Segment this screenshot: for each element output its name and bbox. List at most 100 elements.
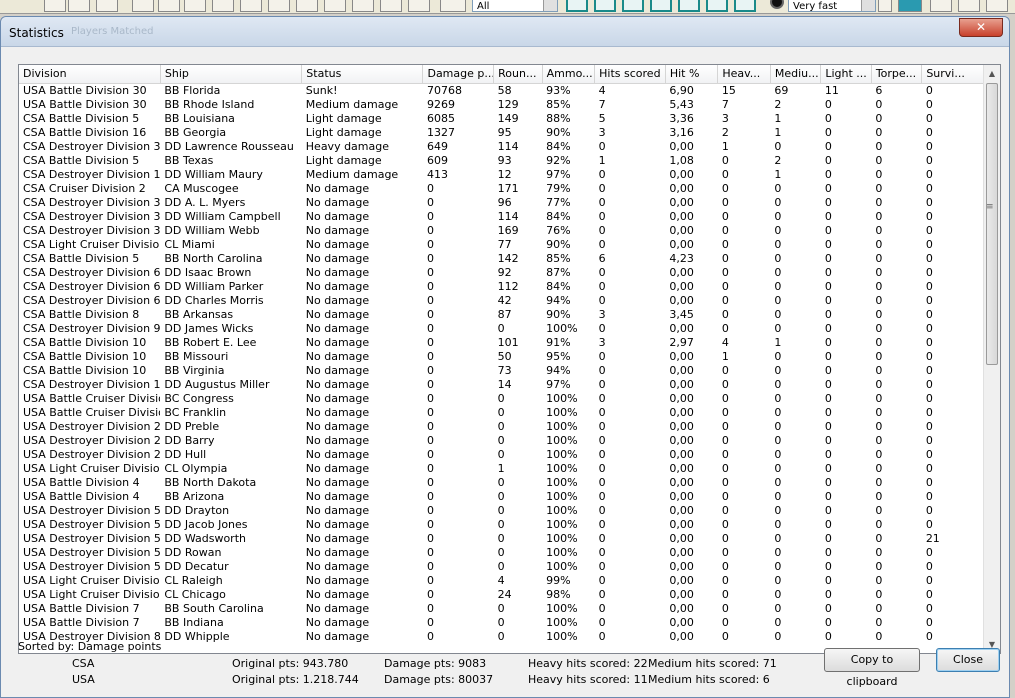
- table-row[interactable]: USA Light Cruiser Division 3 CL Olympia No…: [19, 462, 985, 476]
- table-row[interactable]: CSA Light Cruiser Division 4 CL Miami No d…: [19, 238, 985, 252]
- table-row[interactable]: CSA Battle Division 16 BB Georgia Light da…: [19, 126, 985, 140]
- toolbar-button[interactable]: [898, 0, 922, 12]
- toolbar-button[interactable]: [986, 0, 1008, 12]
- table-row[interactable]: USA Destroyer Division 5 DD Rowan No damag…: [19, 546, 985, 560]
- toolbar-button[interactable]: [678, 0, 700, 12]
- table-row[interactable]: CSA Battle Division 10 BB Robert E. Lee No…: [19, 336, 985, 350]
- table-row[interactable]: CSA Cruiser Division 2 CA Muscogee No dama…: [19, 182, 985, 196]
- toolbar-button[interactable]: [212, 0, 234, 12]
- table-row[interactable]: CSA Destroyer Division 3 DD William Campb…: [19, 210, 985, 224]
- toolbar-button[interactable]: [296, 0, 318, 12]
- table-row[interactable]: CSA Battle Division 10 BB Virginia No dama…: [19, 364, 985, 378]
- toolbar-button[interactable]: [158, 0, 180, 12]
- table-row[interactable]: CSA Battle Division 8 BB Arkansas No damag…: [19, 308, 985, 322]
- column-header[interactable]: Hit %: [665, 65, 719, 84]
- table-row[interactable]: CSA Battle Division 10 BB Missouri No dama…: [19, 350, 985, 364]
- table-cell: 0: [824, 181, 832, 195]
- table-row[interactable]: CSA Destroyer Division 9 DD James Wicks No…: [19, 322, 985, 336]
- table-row[interactable]: CSA Destroyer Division 3 DD William Webb N…: [19, 224, 985, 238]
- toolbar-button[interactable]: [240, 0, 262, 12]
- table-row[interactable]: CSA Battle Division 5 BB Texas Light damag…: [19, 154, 985, 168]
- table-row[interactable]: CSA Destroyer Division 3 DD Lawrence Rous…: [19, 140, 985, 154]
- toolbar-button[interactable]: [622, 0, 644, 12]
- table-row[interactable]: USA Light Cruiser Division 6 CL Chicago No…: [19, 588, 985, 602]
- column-header[interactable]: Ammo...: [542, 65, 596, 84]
- table-row[interactable]: USA Battle Division 30 BB Florida Sunk! 707…: [19, 83, 985, 98]
- table-row[interactable]: USA Battle Division 7 BB Indiana No damage…: [19, 616, 985, 630]
- table-row[interactable]: USA Battle Cruiser Divisio... BC Congress…: [19, 392, 985, 406]
- toolbar-button[interactable]: [958, 0, 980, 12]
- toolbar-button[interactable]: [132, 0, 154, 12]
- statistics-list[interactable]: Division Ship Status Damage p... Roun... Ammo…: [18, 64, 1001, 654]
- toolbar-button[interactable]: [268, 0, 290, 12]
- column-header[interactable]: Torpe...: [871, 65, 923, 84]
- table-cell: 0: [925, 447, 933, 461]
- column-header[interactable]: Heav...: [717, 65, 771, 84]
- toolbar-button[interactable]: [380, 0, 402, 12]
- table-row[interactable]: USA Destroyer Division 8 DD Whipple No dam…: [19, 630, 985, 644]
- table-row[interactable]: CSA Destroyer Division 6 DD Isaac Brown No…: [19, 266, 985, 280]
- toolbar-button[interactable]: [650, 0, 672, 12]
- toolbar-button[interactable]: [408, 0, 430, 12]
- spin-button[interactable]: [878, 0, 892, 12]
- table-row[interactable]: CSA Destroyer Division 6 DD William Parke…: [19, 280, 985, 294]
- table-cell: 0,00: [669, 167, 694, 181]
- vertical-scrollbar[interactable]: ▲ ≡ ▼: [983, 65, 1000, 653]
- table-row[interactable]: CSA Destroyer Division 11 DD Augustus Mil…: [19, 378, 985, 392]
- column-header[interactable]: Damage p...: [422, 65, 495, 84]
- column-header[interactable]: Survi...: [921, 65, 985, 84]
- toolbar-button[interactable]: [352, 0, 374, 12]
- toolbar-button[interactable]: [594, 0, 616, 12]
- toolbar-button[interactable]: [566, 0, 588, 12]
- alliance-filter-select[interactable]: All: [472, 0, 558, 12]
- chevron-down-icon[interactable]: [543, 0, 557, 11]
- toolbar-button[interactable]: [324, 0, 346, 12]
- column-header[interactable]: Division: [19, 65, 161, 84]
- toolbar-button[interactable]: [44, 0, 66, 12]
- speed-radio-icon[interactable]: [770, 0, 784, 9]
- speed-select[interactable]: Very fast: [788, 0, 876, 12]
- column-header[interactable]: Ship: [160, 65, 303, 84]
- scrollbar-thumb[interactable]: [986, 83, 998, 365]
- table-row[interactable]: USA Battle Cruiser Divisio... BC Franklin…: [19, 406, 985, 420]
- table-row[interactable]: USA Battle Division 4 BB Arizona No damage…: [19, 490, 985, 504]
- chevron-down-icon[interactable]: [861, 0, 875, 11]
- table-row[interactable]: CSA Battle Division 5 BB Louisiana Light d…: [19, 112, 985, 126]
- toolbar-button[interactable]: [96, 0, 118, 12]
- column-header[interactable]: Roun...: [493, 65, 543, 84]
- table-row[interactable]: USA Battle Division 7 BB South Carolina No…: [19, 602, 985, 616]
- table-row[interactable]: USA Destroyer Division 2 DD Hull No damage…: [19, 448, 985, 462]
- toolbar-button[interactable]: [734, 0, 756, 12]
- toolbar-button[interactable]: [184, 0, 206, 12]
- toolbar-button[interactable]: [706, 0, 728, 12]
- close-icon[interactable]: ✕: [959, 18, 1003, 37]
- table-row[interactable]: USA Destroyer Division 2 DD Barry No damag…: [19, 434, 985, 448]
- toolbar-button[interactable]: [440, 0, 466, 12]
- table-row[interactable]: USA Battle Division 4 BB North Dakota No d…: [19, 476, 985, 490]
- table-row[interactable]: CSA Battle Division 5 BB North Carolina No…: [19, 252, 985, 266]
- copy-to-clipboard-button[interactable]: Copy to clipboard: [824, 648, 920, 688]
- scroll-up-icon[interactable]: ▲: [984, 65, 1000, 82]
- table-row[interactable]: CSA Destroyer Division 11 DD William Maur…: [19, 168, 985, 182]
- column-header[interactable]: Status: [301, 65, 424, 84]
- table-row[interactable]: CSA Destroyer Division 3 DD A. L. Myers No…: [19, 196, 985, 210]
- table-row[interactable]: CSA Destroyer Division 6 DD Charles Morri…: [19, 294, 985, 308]
- column-header[interactable]: Hits scored: [594, 65, 666, 84]
- summary-damage-usa: Damage pts: 80037: [384, 673, 494, 686]
- table-cell: Light damage: [305, 153, 382, 167]
- table-row[interactable]: USA Destroyer Division 5 DD Decatur No dam…: [19, 560, 985, 574]
- toolbar-button[interactable]: [930, 0, 952, 12]
- table-row[interactable]: USA Destroyer Division 5 DD Drayton No dam…: [19, 504, 985, 518]
- table-cell: 0: [426, 335, 434, 349]
- toolbar-button[interactable]: [68, 0, 90, 12]
- column-header[interactable]: Light ...: [820, 65, 872, 84]
- close-button[interactable]: Close: [936, 648, 1000, 672]
- column-header[interactable]: Mediu...: [770, 65, 822, 84]
- table-row[interactable]: USA Battle Division 30 BB Rhode Island Med…: [19, 98, 985, 112]
- dialog-titlebar[interactable]: Statistics Players Matched ✕: [1, 17, 1009, 47]
- table-row[interactable]: USA Destroyer Division 5 DD Wadsworth No d…: [19, 532, 985, 546]
- table-row[interactable]: USA Destroyer Division 2 DD Preble No dama…: [19, 420, 985, 434]
- table-row[interactable]: USA Light Cruiser Division 6 CL Raleigh No…: [19, 574, 985, 588]
- table-cell: 149: [497, 111, 519, 125]
- table-row[interactable]: USA Destroyer Division 5 DD Jacob Jones No…: [19, 518, 985, 532]
